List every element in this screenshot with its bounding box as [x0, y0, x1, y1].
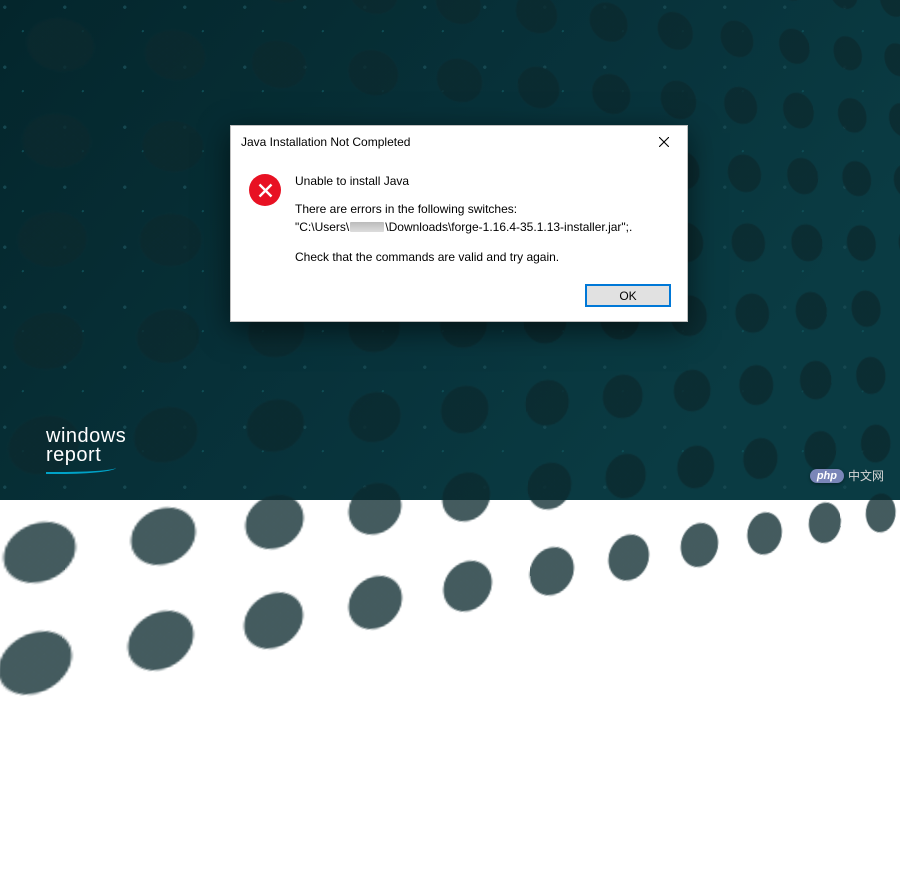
path-suffix: \Downloads\forge-1.16.4-35.1.13-installe… [385, 218, 632, 236]
ok-button[interactable]: OK [585, 284, 671, 307]
message-path: "C:\Users\ \Downloads\forge-1.16.4-35.1.… [295, 218, 632, 236]
dialog-title: Java Installation Not Completed [241, 135, 410, 149]
logo-line-1: windows [46, 427, 126, 445]
ok-button-label: OK [619, 289, 636, 303]
php-cn-watermark: php 中文网 [810, 467, 884, 484]
dialog-titlebar: Java Installation Not Completed [231, 126, 687, 158]
redacted-username [350, 222, 384, 232]
dialog-actions: OK [231, 274, 687, 321]
message-errors-intro: There are errors in the following switch… [295, 200, 632, 218]
logo-swoosh-icon [46, 466, 116, 474]
error-icon [249, 174, 281, 206]
php-text: 中文网 [848, 467, 884, 484]
message-check: Check that the commands are valid and tr… [295, 248, 632, 266]
path-prefix: "C:\Users\ [295, 218, 349, 236]
dialog-message: Unable to install Java There are errors … [295, 172, 632, 266]
close-icon [659, 137, 669, 147]
windows-report-logo: windows report [46, 427, 126, 474]
message-heading: Unable to install Java [295, 172, 632, 190]
php-pill: php [810, 469, 844, 483]
error-dialog: Java Installation Not Completed Unable t… [230, 125, 688, 322]
logo-line-2: report [46, 446, 126, 464]
close-button[interactable] [649, 130, 679, 154]
dialog-body: Unable to install Java There are errors … [231, 158, 687, 274]
